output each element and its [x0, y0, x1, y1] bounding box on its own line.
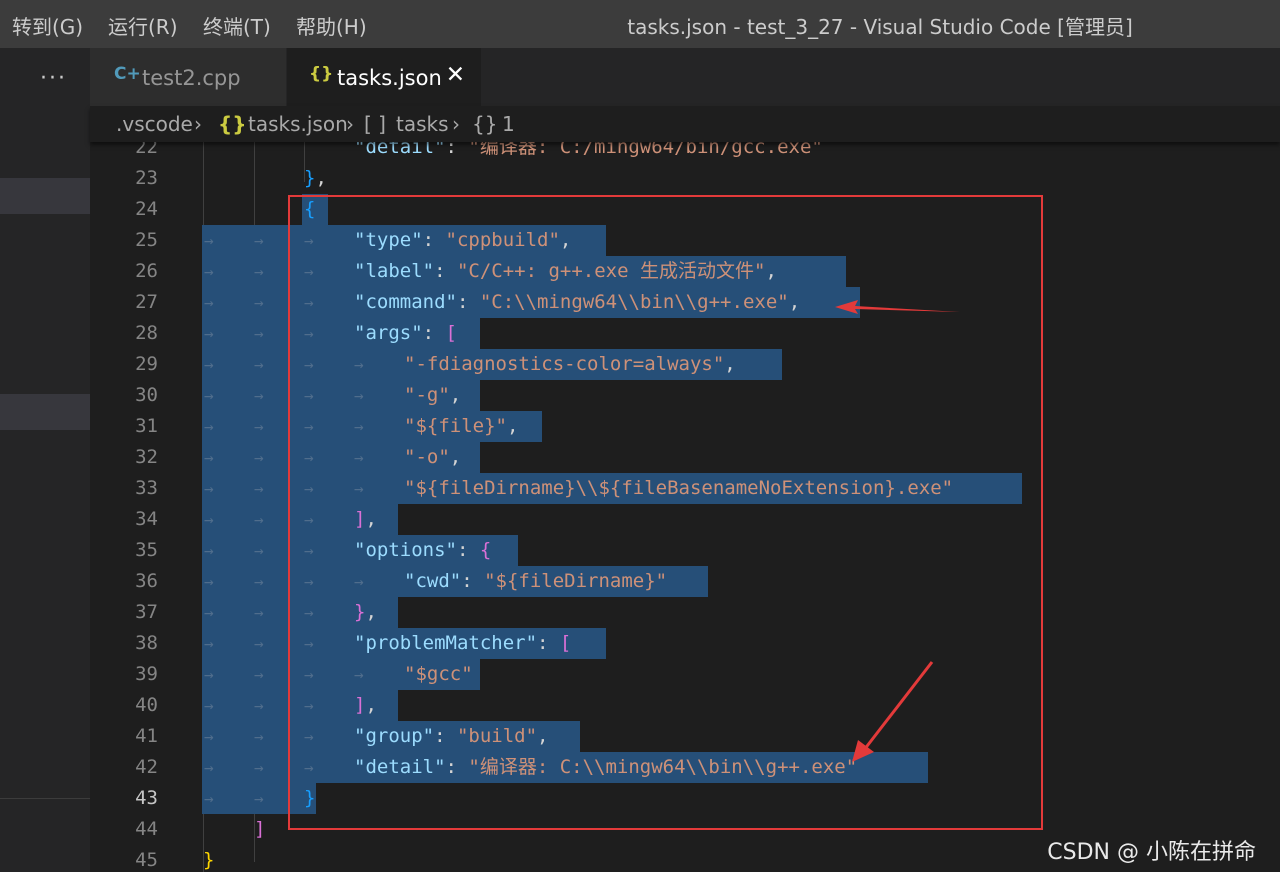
annotation-arrow-detail-shaft: [862, 661, 934, 751]
csdn-watermark: CSDN @ 小陈在拼命: [1047, 840, 1256, 865]
annotation-arrow-command: [835, 300, 960, 314]
annotation-arrows: [835, 300, 960, 762]
